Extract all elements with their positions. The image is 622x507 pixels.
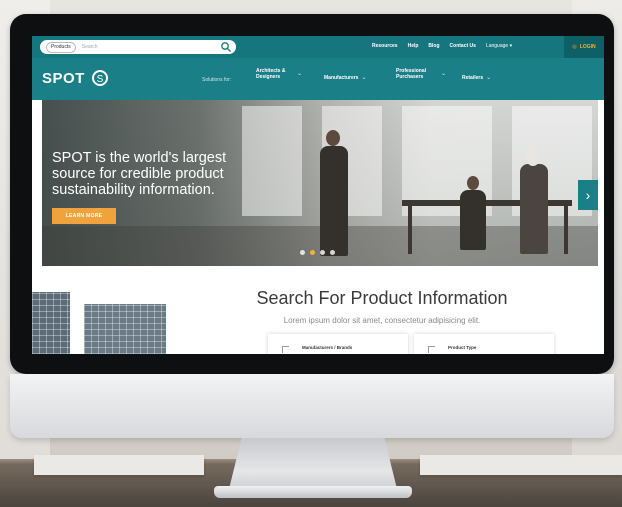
carousel-dot[interactable] (300, 250, 305, 255)
hero-person-head (467, 176, 479, 190)
carousel-dot[interactable] (330, 250, 335, 255)
chevron-right-icon[interactable]: › (578, 180, 598, 210)
hero-carousel: SPOT is the world's largest source for c… (42, 100, 598, 266)
search-card-product-type[interactable]: Product Type (414, 334, 554, 354)
link-contact[interactable]: Contact Us (450, 43, 476, 49)
language-label: Language (485, 43, 509, 49)
shelf-left (34, 455, 204, 475)
search-card-manufacturers[interactable]: Manufacturers / Brands (268, 334, 408, 354)
search-bar[interactable]: Products Search (40, 40, 236, 54)
nav-item-label: Architects & Designers (256, 68, 286, 80)
solutions-label: Solutions for: (202, 77, 232, 83)
monitor-chin (10, 374, 614, 438)
search-section-subtitle: Lorem ipsum dolor sit amet, consectetur … (283, 316, 481, 325)
chevron-down-icon: ⌄ (361, 75, 367, 81)
nav-item-manufacturers[interactable]: Manufacturers ⌄ (324, 75, 366, 81)
login-label: LOGIN (579, 44, 596, 50)
search-section-title: Search For Product Information (256, 288, 508, 308)
chevron-down-icon: ⌄ (486, 75, 492, 81)
carousel-dots (300, 250, 335, 255)
carousel-dot-active[interactable] (310, 250, 315, 255)
product-filter-chip[interactable]: Products (46, 41, 76, 53)
search-icon[interactable] (220, 41, 232, 53)
hero-person-head (326, 130, 340, 146)
card-icon (282, 346, 289, 353)
monitor-stand-base (214, 486, 412, 498)
hero-person (320, 146, 348, 256)
card-icon (428, 346, 435, 353)
hero-headline: SPOT is the world's largest source for c… (52, 150, 227, 198)
link-resources[interactable]: Resources (372, 43, 398, 49)
language-select[interactable]: Language ▾ (486, 43, 512, 49)
logo-mark-icon: S (92, 70, 108, 86)
card-label: Manufacturers / Brands (302, 345, 353, 350)
nav-item-retailers[interactable]: Retailers ⌄ (462, 75, 491, 81)
hero-person-head (526, 150, 540, 166)
learn-more-button[interactable]: LEARN MORE (52, 208, 116, 224)
nav-item-label: Professional Purchasers (396, 68, 427, 80)
chevron-down-icon: ⌄ (297, 71, 303, 77)
building-illustration (84, 304, 166, 354)
link-blog[interactable]: Blog (428, 43, 439, 49)
main-nav: SPOT S Solutions for: Architects & Desig… (32, 58, 604, 100)
monitor-stand (228, 438, 398, 493)
shelf-right (420, 455, 622, 475)
nav-item-label: Retailers (462, 75, 484, 81)
hero-desk-leg (408, 206, 412, 254)
card-label: Product Type (448, 345, 477, 350)
website-screen: Products Search Resources Help Blog Cont… (32, 36, 604, 354)
nav-item-architects[interactable]: Architects & Designers ⌄ (256, 68, 302, 80)
hero-person (460, 190, 486, 250)
login-button[interactable]: ◎ LOGIN (564, 36, 604, 58)
utility-bar: Products Search Resources Help Blog Cont… (32, 36, 604, 58)
search-input[interactable]: Search (82, 44, 220, 50)
carousel-dot[interactable] (320, 250, 325, 255)
utility-links: Resources Help Blog Contact Us Language … (372, 43, 512, 49)
link-help[interactable]: Help (408, 43, 419, 49)
site-logo[interactable]: SPOT (42, 70, 85, 87)
nav-item-purchasers[interactable]: Professional Purchasers ⌄ (396, 68, 446, 80)
chevron-down-icon: ⌄ (441, 71, 447, 77)
hero-desk-leg (564, 206, 568, 254)
hero-person (520, 164, 548, 254)
login-icon: ◎ (572, 44, 577, 50)
building-illustration (32, 292, 70, 354)
nav-item-label: Manufacturers (324, 75, 359, 81)
